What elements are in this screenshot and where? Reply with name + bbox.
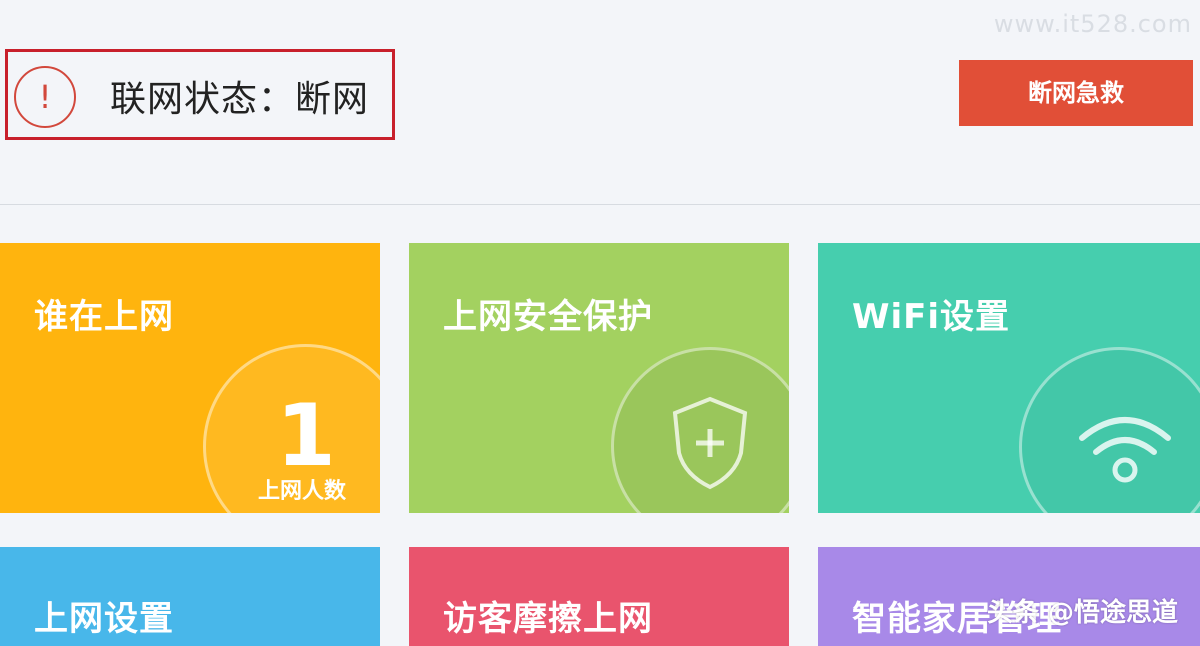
network-rescue-button[interactable]: 断网急救 xyxy=(959,60,1193,126)
tile-title: 谁在上网 xyxy=(34,297,174,337)
tile-title: WiFi设置 xyxy=(852,297,1011,337)
site-watermark: www.it528.com xyxy=(993,10,1192,38)
author-watermark: 头条 @悟途思道 xyxy=(986,598,1178,628)
network-status-label: 联网状态：断网 xyxy=(110,79,370,120)
header-divider xyxy=(0,204,1200,205)
tile-guest-internet[interactable]: 访客摩擦上网 xyxy=(409,547,789,646)
tile-title: 访客摩擦上网 xyxy=(443,599,653,639)
tile-title: 上网安全保护 xyxy=(443,297,653,337)
shield-plus-icon xyxy=(671,395,749,495)
tile-internet-settings[interactable]: 上网设置 xyxy=(0,547,380,646)
wifi-icon xyxy=(1076,408,1174,490)
alert-icon: ! xyxy=(14,66,76,128)
network-status-panel: ! 联网状态：断网 xyxy=(5,49,395,140)
tile-wifi-settings[interactable]: WiFi设置 xyxy=(818,243,1200,513)
online-count: 1 xyxy=(276,386,336,486)
tile-title: 上网设置 xyxy=(34,599,174,639)
tile-internet-security[interactable]: 上网安全保护 xyxy=(409,243,789,513)
online-count-label: 上网人数 xyxy=(258,479,347,504)
